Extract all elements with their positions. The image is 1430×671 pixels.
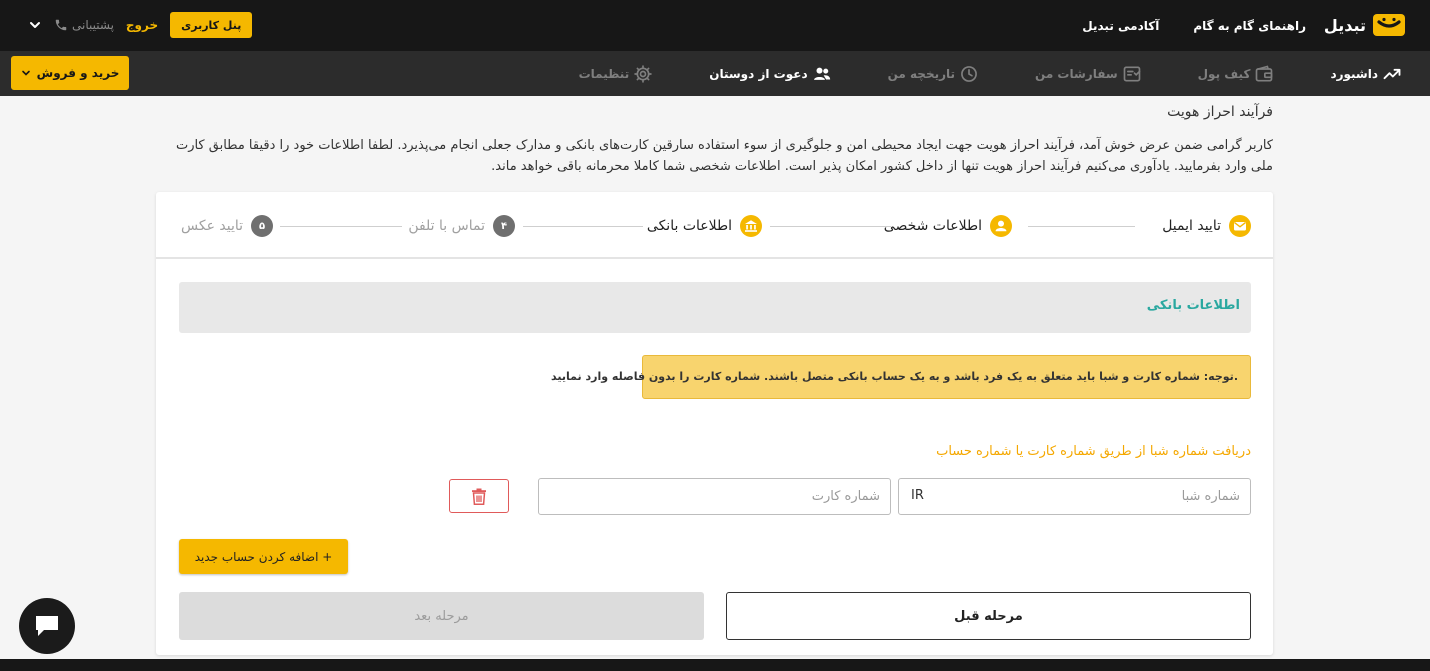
chat-button[interactable] [19,598,75,654]
previous-step-button[interactable]: مرحله قبل [726,592,1251,640]
top-bar: تبدیل راهنمای گام به گام آکادمی تبدیل پش… [0,0,1430,51]
card-field [538,478,891,515]
sheba-field: IR [898,478,1251,515]
step-connector [770,226,891,227]
orders-icon [1123,66,1140,81]
nav-item-history[interactable]: تاریخچه من [888,64,979,84]
nav-item-label: داشبورد [1330,66,1378,81]
bank-section-header: اطلاعات بانکی [179,282,1251,333]
add-account-button[interactable]: اضافه کردن حساب جدید + [179,539,348,574]
step-photo: ۵ تایید عکس [181,214,273,238]
chart-icon [1383,68,1401,79]
user-icon [990,215,1012,237]
top-link-guide[interactable]: راهنمای گام به گام [1193,19,1306,33]
gear-icon [634,64,652,83]
step-bank: اطلاعات بانکی [647,214,762,238]
notice-box: توجه: شماره کارت و شبا باید متعلق به یک … [551,355,1251,399]
brand-mark-icon [1373,14,1405,36]
nav-item-label: دعوت از دوستان [709,66,808,81]
sheba-prefix: IR [911,488,924,503]
step-number-badge: ۵ [251,215,273,237]
logout-link[interactable]: خروج [126,18,158,32]
notice-text: توجه: شماره کارت و شبا باید متعلق به یک … [551,370,1238,383]
support-link[interactable]: پشتیبانی [54,18,114,32]
chevron-down-icon[interactable] [28,18,42,32]
nav-items: داشبورد کیف پول سفارشات من تاریخچه من دع… [579,51,1402,96]
form-label: دریافت شماره شبا از طریق شماره کارت یا ش… [936,444,1251,459]
chat-icon [36,616,58,636]
nav-item-orders[interactable]: سفارشات من [1035,64,1142,84]
wallet-icon [1256,64,1273,81]
stepper: تایید ایمیل اطلاعات شخصی اطلاعات بانکی ۴… [156,192,1273,259]
page-title: فرآیند احراز هویت [1167,104,1273,120]
phone-icon [55,19,67,31]
brand-name: تبدیل [1323,15,1366,35]
support-label: پشتیبانی [72,18,114,32]
users-icon [813,67,830,80]
brand-logo[interactable]: تبدیل [1324,12,1406,38]
nav-item-label: کیف پول [1197,66,1251,81]
sheba-input[interactable] [899,479,1250,514]
history-icon [961,65,977,82]
top-links: راهنمای گام به گام آکادمی تبدیل [1082,0,1306,51]
user-panel-button[interactable]: پنل کاربری [170,12,253,38]
step-connector [1028,226,1135,227]
step-connector [280,226,402,227]
trash-icon [472,488,486,505]
step-connector [523,226,643,227]
nav-bar: داشبورد کیف پول سفارشات من تاریخچه من دع… [0,51,1430,96]
section-title: اطلاعات بانکی [1146,298,1240,313]
step-label: تماس با تلفن [408,218,485,234]
step-personal: اطلاعات شخصی [884,214,1012,238]
bank-icon [740,215,762,237]
nav-item-settings[interactable]: تنظیمات [579,64,654,84]
envelope-icon [1229,215,1251,237]
step-number-badge: ۴ [493,215,515,237]
chevron-down-icon [21,70,30,76]
nav-item-label: تاریخچه من [887,66,956,81]
nav-item-dashboard[interactable]: داشبورد [1330,64,1402,84]
step-label: اطلاعات بانکی [646,218,732,234]
step-email: تایید ایمیل [1162,214,1251,238]
intro-text: کاربر گرامی ضمن عرض خوش آمد، فرآیند احرا… [175,138,1273,174]
verification-card: تایید ایمیل اطلاعات شخصی اطلاعات بانکی ۴… [156,192,1273,655]
step-label: اطلاعات شخصی [883,218,982,234]
step-phone: ۴ تماس با تلفن [408,214,515,238]
step-label: تایید عکس [180,218,243,234]
buy-sell-label: خرید و فروش [36,66,120,80]
buy-sell-button[interactable]: خرید و فروش [11,56,129,90]
nav-item-wallet[interactable]: کیف پول [1198,64,1275,84]
step-label: تایید ایمیل [1162,218,1221,234]
footer-strip [0,659,1430,671]
nav-item-label: سفارشات من [1035,66,1118,81]
nav-item-invite[interactable]: دعوت از دوستان [709,64,831,84]
delete-account-button[interactable] [449,479,509,513]
next-step-button[interactable]: مرحله بعد [179,592,704,640]
top-link-academy[interactable]: آکادمی تبدیل [1082,19,1159,33]
nav-item-label: تنظیمات [578,66,630,81]
top-actions: پشتیبانی خروج پنل کاربری [28,11,253,39]
card-number-input[interactable] [539,479,890,514]
